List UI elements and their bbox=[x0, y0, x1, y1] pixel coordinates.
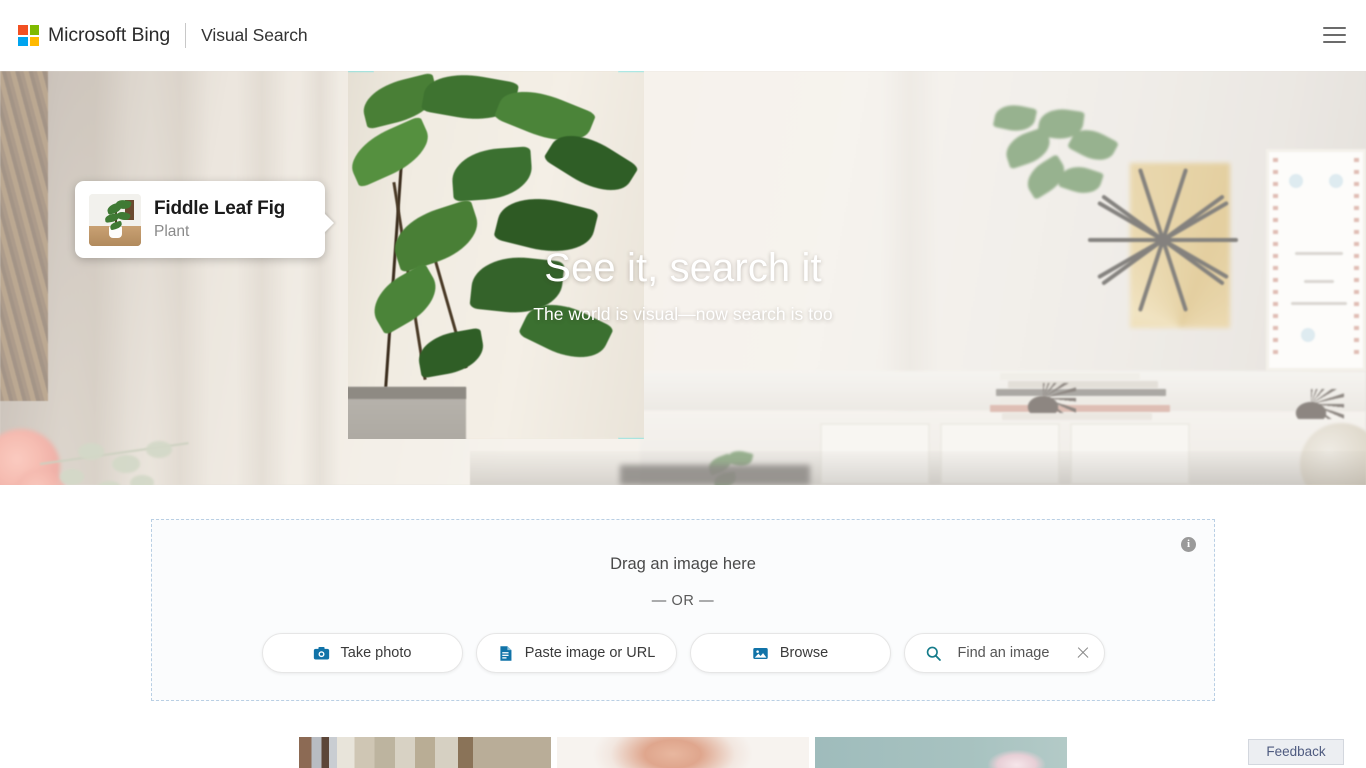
crop-handle-top-right[interactable] bbox=[618, 71, 644, 97]
hamburger-menu-icon[interactable] bbox=[1320, 22, 1348, 48]
crop-handle-bottom-left[interactable] bbox=[348, 413, 374, 439]
microsoft-squares-icon bbox=[18, 25, 39, 46]
dropzone-or-divider: — OR — bbox=[651, 593, 715, 609]
image-picture-icon bbox=[753, 647, 768, 659]
crop-selection-box[interactable] bbox=[348, 71, 644, 439]
sample-image-strip bbox=[0, 737, 1366, 768]
info-icon[interactable]: i bbox=[1181, 537, 1196, 552]
crop-dim-right bbox=[644, 71, 1366, 485]
brand-lockup[interactable]: Microsoft Bing Visual Search bbox=[18, 18, 308, 54]
close-x-icon[interactable] bbox=[1076, 646, 1090, 660]
browse-button[interactable]: Browse bbox=[689, 633, 891, 673]
sample-thumbnail-1[interactable] bbox=[299, 737, 551, 768]
sample-thumbnail-2[interactable] bbox=[557, 737, 809, 768]
crop-dim-top bbox=[0, 71, 348, 485]
page-header: Microsoft Bing Visual Search bbox=[0, 0, 1366, 71]
crop-dim-bottom bbox=[348, 439, 644, 485]
take-photo-label: Take photo bbox=[340, 645, 412, 661]
result-card-subtitle: Plant bbox=[154, 223, 190, 241]
paste-image-label: Paste image or URL bbox=[524, 645, 656, 661]
brand-divider bbox=[185, 23, 187, 48]
result-card-title: Fiddle Leaf Fig bbox=[154, 198, 286, 220]
fiddle-leaf-fig-thumbnail bbox=[89, 193, 141, 246]
paste-document-icon bbox=[500, 645, 512, 661]
image-dropzone[interactable]: Drag an image here — OR — i Take photo P… bbox=[151, 519, 1215, 701]
dropzone-title: Drag an image here bbox=[610, 555, 756, 573]
feedback-button[interactable]: Feedback bbox=[1248, 739, 1344, 765]
crop-handle-bottom-right[interactable] bbox=[618, 413, 644, 439]
hero-banner: Fiddle Leaf Fig Plant See it, search it … bbox=[0, 71, 1366, 485]
dropzone-actions: Take photo Paste image or URL Browse Fin… bbox=[152, 633, 1214, 673]
section-title: Visual Search bbox=[201, 25, 308, 45]
paste-image-or-url-button[interactable]: Paste image or URL bbox=[475, 633, 677, 673]
sample-thumbnail-3[interactable] bbox=[815, 737, 1067, 768]
crop-handle-top-left[interactable] bbox=[348, 71, 374, 97]
browse-label: Browse bbox=[779, 645, 829, 661]
visual-search-result-card[interactable]: Fiddle Leaf Fig Plant bbox=[75, 181, 325, 258]
find-an-image-search-box[interactable]: Find an image bbox=[903, 633, 1105, 673]
camera-icon bbox=[313, 646, 329, 659]
search-magnifier-icon bbox=[926, 646, 941, 661]
brand-name: Microsoft Bing bbox=[48, 24, 171, 46]
find-an-image-label: Find an image bbox=[957, 645, 1050, 661]
take-photo-button[interactable]: Take photo bbox=[261, 633, 463, 673]
